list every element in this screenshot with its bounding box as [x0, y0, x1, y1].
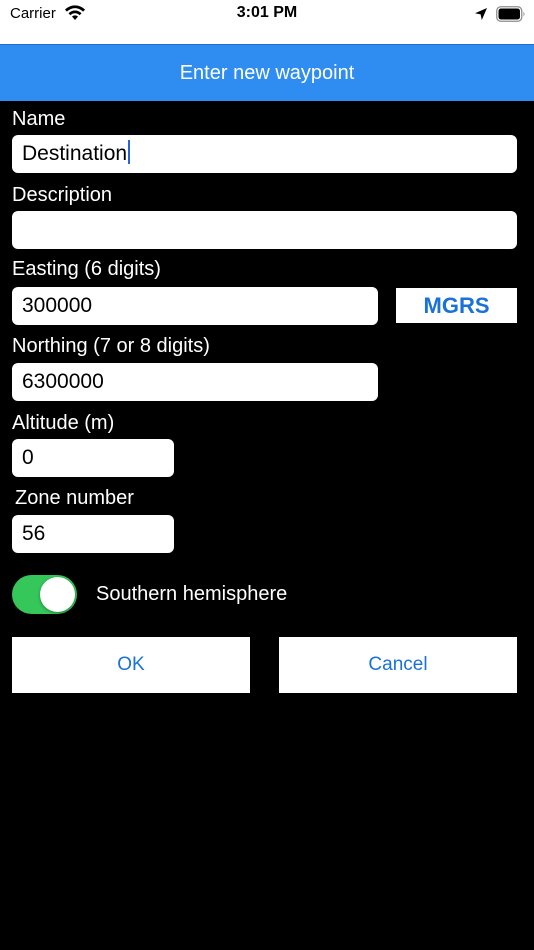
mgrs-button[interactable]: MGRS: [396, 288, 517, 323]
altitude-label: Altitude (m): [12, 412, 115, 434]
name-input-value: Destination: [22, 142, 128, 165]
name-label: Name: [12, 108, 66, 130]
status-time: 3:01 PM: [236, 4, 298, 21]
location-arrow-icon: [475, 8, 487, 20]
southern-hemisphere-toggle[interactable]: [12, 575, 77, 614]
page-title: Enter new waypoint: [179, 62, 355, 84]
altitude-input-value: 0: [22, 446, 34, 469]
altitude-input[interactable]: 0: [12, 439, 174, 477]
toggle-knob: [40, 577, 75, 612]
easting-label: Easting (6 digits): [12, 258, 161, 280]
northing-input[interactable]: 6300000: [12, 363, 378, 401]
northing-input-value: 6300000: [22, 370, 104, 393]
text-cursor: [128, 140, 131, 164]
southern-hemisphere-label: Southern hemisphere: [96, 583, 288, 605]
status-bar: Carrier 3:01 PM: [0, 0, 534, 44]
easting-input[interactable]: 300000: [12, 287, 378, 325]
ok-button[interactable]: OK: [12, 637, 250, 693]
battery-icon: [496, 6, 525, 22]
name-input[interactable]: Destination: [12, 135, 517, 173]
zone-number-input[interactable]: 56: [12, 515, 174, 553]
name-input-value-wrap: Destination: [22, 135, 131, 173]
description-input[interactable]: [12, 211, 517, 249]
cancel-button[interactable]: Cancel: [279, 637, 517, 693]
navigation-title-bar: Enter new waypoint: [0, 44, 534, 101]
description-label: Description: [12, 184, 113, 206]
northing-label: Northing (7 or 8 digits): [12, 335, 210, 357]
zone-number-input-value: 56: [22, 522, 46, 545]
easting-input-value: 300000: [22, 294, 93, 317]
zone-number-label: Zone number: [15, 487, 134, 509]
